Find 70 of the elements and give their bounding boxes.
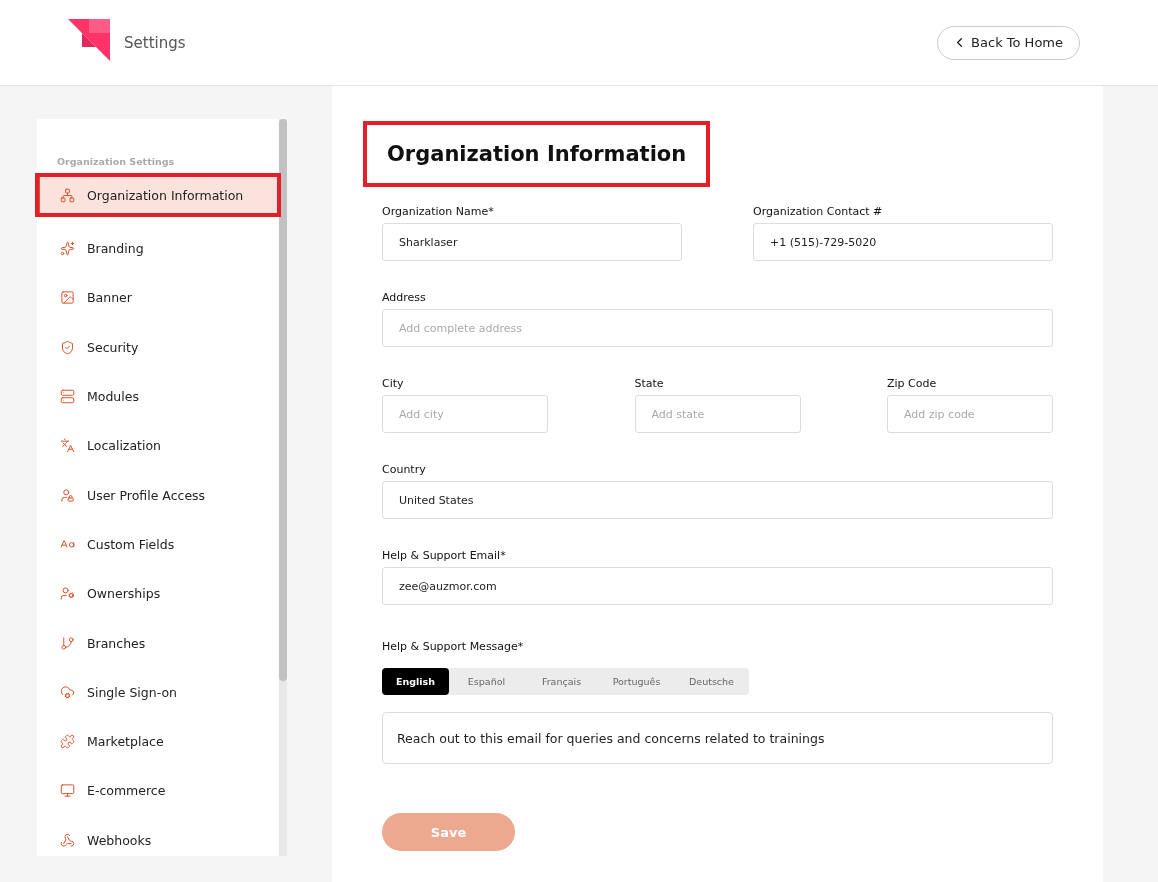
- language-tab[interactable]: English: [382, 668, 449, 695]
- sidebar-item-label: Modules: [87, 389, 139, 405]
- section-title: Organization Settings: [56, 156, 176, 167]
- sidebar-item-label: Security: [87, 339, 139, 355]
- field-label: Address: [382, 291, 427, 304]
- input-field[interactable]: Add state: [634, 395, 801, 433]
- branch-icon: [60, 635, 75, 651]
- input-field[interactable]: United States: [382, 481, 1053, 519]
- input-field[interactable]: Add zip code: [887, 395, 1053, 433]
- sidebar-item[interactable]: Webhooks: [37, 815, 279, 865]
- sidebar-item-label: Branding: [87, 241, 144, 257]
- page-title: Settings: [124, 33, 186, 52]
- field-label: Country: [382, 463, 427, 476]
- field-label: Organization Contact #: [753, 205, 884, 218]
- language-tab[interactable]: Português: [599, 668, 674, 695]
- sidebar-item[interactable]: E-commerce: [37, 766, 279, 816]
- sidebar-item-label: User Profile Access: [87, 487, 206, 503]
- language-tab[interactable]: Deutsche: [674, 668, 749, 695]
- sidebar-item[interactable]: User Profile Access: [37, 470, 279, 520]
- sidebar-item-label: Banner: [87, 290, 132, 306]
- webhook-icon: [60, 832, 75, 848]
- input-field[interactable]: Add complete address: [382, 309, 1053, 347]
- sidebar-item-label: Localization: [87, 438, 162, 454]
- field-label: Help & Support Message*: [382, 640, 524, 653]
- form-title: Organization Information: [363, 121, 711, 187]
- field-label: Zip Code: [887, 377, 938, 390]
- sidebar-item[interactable]: Single Sign-on: [37, 667, 279, 717]
- sidebar-item-label: Ownerships: [87, 586, 161, 602]
- language-tab[interactable]: Français: [524, 668, 599, 695]
- sidebar-item-label: Single Sign-on: [87, 684, 177, 700]
- server-icon: [60, 389, 75, 405]
- shield-check-icon: [60, 339, 75, 355]
- field-label: Organization Name*: [382, 205, 495, 218]
- scrollbar-thumb[interactable]: [279, 119, 287, 681]
- field-label: State: [634, 377, 665, 390]
- language-tab[interactable]: Español: [449, 668, 524, 695]
- sidebar-item[interactable]: Branches: [37, 618, 279, 668]
- sidebar-item-label: Branches: [87, 635, 146, 651]
- input-field[interactable]: Add city: [382, 395, 548, 433]
- user-gear-icon: [60, 586, 75, 602]
- sidebar-item-label: Marketplace: [87, 734, 164, 750]
- sidebar-item[interactable]: Security: [37, 322, 279, 372]
- sidebar-item-label: E-commerce: [87, 783, 166, 799]
- sidebar-item[interactable]: Custom Fields: [37, 519, 279, 570]
- user-lock-icon: [60, 487, 75, 503]
- back-to-home-button[interactable]: Back To Home: [937, 25, 1080, 60]
- input-field[interactable]: Sharklaser: [382, 223, 682, 261]
- sparkle-star-icon: [60, 241, 75, 257]
- field-label: City: [382, 377, 405, 390]
- network-icon: [60, 187, 75, 203]
- cloud-icon: [60, 684, 75, 700]
- puzzle-icon: [60, 734, 75, 750]
- sidebar-item[interactable]: Marketplace: [37, 716, 279, 767]
- sidebar-item[interactable]: Modules: [37, 371, 279, 422]
- monitor-icon: [60, 783, 75, 799]
- sidebar-item[interactable]: Ownerships: [37, 569, 279, 619]
- sidebar-item[interactable]: Banner: [37, 273, 279, 323]
- image-icon: [60, 290, 75, 306]
- logo-icon: [68, 18, 110, 61]
- sidebar-item-label: Organization Information: [87, 187, 244, 203]
- field-label: Help & Support Email*: [382, 549, 507, 562]
- input-field[interactable]: zee@auzmor.com: [382, 567, 1053, 605]
- sidebar-item[interactable]: Organization Information: [37, 175, 279, 215]
- sidebar-item[interactable]: Branding: [37, 224, 279, 274]
- input-field[interactable]: +1 (515)-729-5020: [753, 223, 1053, 261]
- sidebar-item-label: Webhooks: [87, 832, 152, 848]
- sidebar-item-label: Custom Fields: [87, 536, 175, 552]
- message-field[interactable]: Reach out to this email for queries and concerns related to trainings: [382, 712, 1053, 764]
- language-icon: [60, 438, 75, 454]
- sidebar-item[interactable]: Localization: [37, 421, 279, 471]
